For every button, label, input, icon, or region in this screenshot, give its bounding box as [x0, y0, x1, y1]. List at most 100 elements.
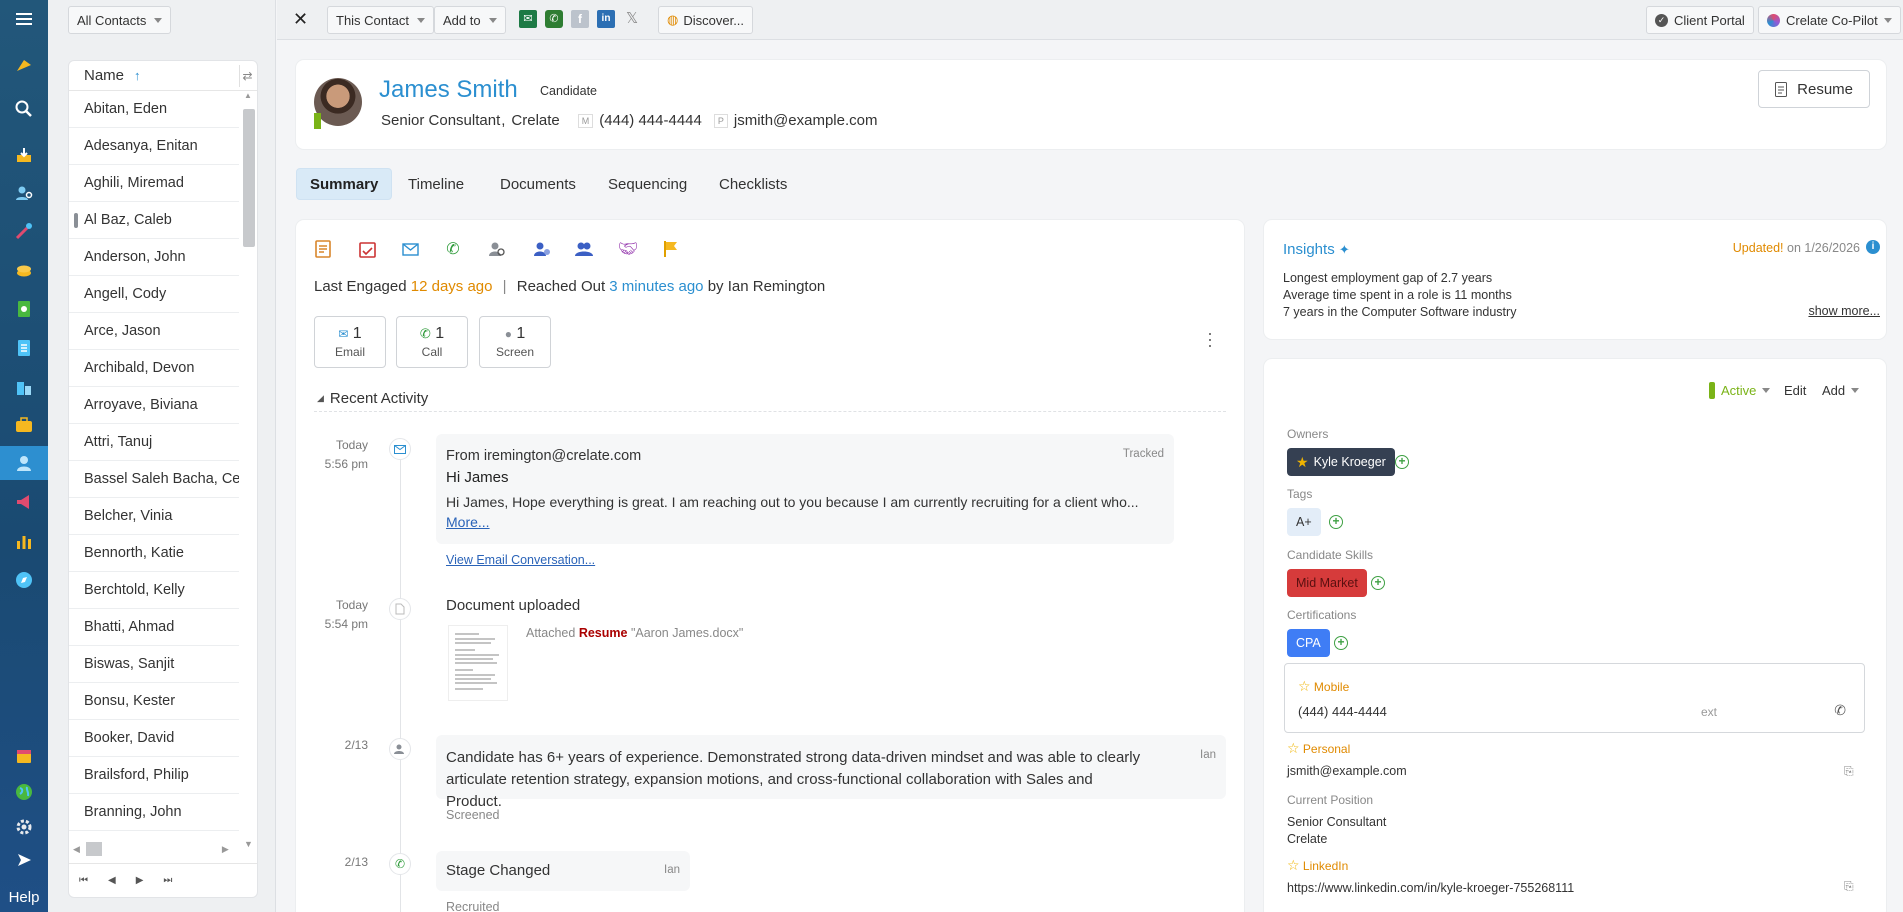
call-count-box[interactable]: ✆ 1 Call: [396, 316, 468, 368]
resume-thumbnail[interactable]: [448, 625, 508, 701]
scroll-left-icon[interactable]: ◀: [73, 844, 80, 855]
help-link[interactable]: Help: [0, 882, 48, 912]
scrollbar-thumb[interactable]: [243, 109, 255, 247]
list-item[interactable]: Arroyave, Biviana: [69, 387, 239, 424]
list-item[interactable]: Biswas, Sanjit: [69, 646, 239, 683]
scroll-right-icon[interactable]: ▶: [222, 844, 229, 855]
show-more-link[interactable]: show more...: [1808, 304, 1880, 318]
stage-changed-card[interactable]: Stage Changed Ian: [436, 851, 690, 891]
this-contact-dropdown[interactable]: This Contact: [327, 6, 434, 34]
email-count-box[interactable]: ✉ 1 Email: [314, 316, 386, 368]
list-item[interactable]: Arce, Jason: [69, 313, 239, 350]
last-page-icon[interactable]: ⏭: [163, 875, 172, 886]
more-options-icon[interactable]: · · ·: [1207, 324, 1213, 354]
recent-activity-header[interactable]: ◢ Recent Activity: [317, 390, 428, 407]
status-dropdown[interactable]: Active: [1709, 382, 1771, 399]
add-owner-icon[interactable]: +: [1395, 455, 1409, 469]
horizontal-scrollbar[interactable]: ◀ ▶: [69, 839, 257, 859]
sort-ascending-icon[interactable]: ↑: [134, 68, 141, 83]
search-icon[interactable]: [0, 92, 48, 126]
handshake-icon[interactable]: 🤝︎: [617, 238, 639, 260]
contact-email[interactable]: jsmith@example.com: [734, 112, 878, 129]
position-company[interactable]: Crelate: [1287, 831, 1386, 848]
list-item[interactable]: Al Baz, Caleb: [69, 202, 239, 239]
call-icon[interactable]: ✆: [442, 238, 464, 260]
open-link-icon[interactable]: ⎘: [1844, 879, 1854, 894]
skill-chip[interactable]: Mid Market: [1287, 569, 1367, 597]
list-item[interactable]: Belcher, Vinia: [69, 498, 239, 535]
linkedin-url[interactable]: https://www.linkedin.com/in/kyle-kroeger…: [1287, 881, 1574, 895]
list-item[interactable]: Berchtold, Kelly: [69, 572, 239, 609]
client-portal-button[interactable]: ✓ Client Portal: [1646, 6, 1754, 34]
vertical-scrollbar[interactable]: ▲ ▼: [241, 91, 255, 891]
send-email-icon[interactable]: ⎘: [1844, 764, 1854, 779]
email-icon[interactable]: [399, 238, 421, 260]
screen-count-box[interactable]: ● 1 Screen: [479, 316, 551, 368]
hscroll-thumb[interactable]: [85, 842, 102, 856]
interview-icon[interactable]: [531, 238, 553, 260]
document-check-icon[interactable]: [0, 292, 48, 326]
campaigns-icon[interactable]: [0, 485, 48, 519]
close-icon[interactable]: ✕: [293, 9, 308, 30]
copilot-dropdown[interactable]: Crelate Co-Pilot: [1758, 6, 1901, 34]
next-page-icon[interactable]: ▶: [136, 875, 144, 886]
list-item[interactable]: Bassel Saleh Bacha, Ce: [69, 461, 239, 498]
companies-icon[interactable]: [0, 370, 48, 404]
expand-rail-icon[interactable]: [0, 843, 48, 877]
first-page-icon[interactable]: ⏮: [79, 875, 88, 886]
add-to-dropdown[interactable]: Add to: [434, 6, 506, 34]
checklist-icon[interactable]: [0, 331, 48, 365]
x-twitter-icon[interactable]: 𝕏: [623, 10, 641, 28]
more-link[interactable]: More...: [446, 514, 490, 530]
scroll-up-icon[interactable]: ▲: [244, 91, 252, 100]
compass-icon[interactable]: [0, 563, 48, 597]
calendar-icon[interactable]: [0, 739, 48, 773]
add-certification-icon[interactable]: +: [1334, 636, 1348, 650]
certification-chip[interactable]: CPA: [1287, 629, 1330, 657]
phone-icon[interactable]: ✆: [545, 10, 563, 28]
note-icon[interactable]: [312, 238, 334, 260]
owner-chip[interactable]: ★ Kyle Kroeger: [1287, 448, 1395, 476]
document-filename[interactable]: "Aaron James.docx": [631, 626, 743, 640]
personal-email-value[interactable]: jsmith@example.com: [1287, 764, 1407, 778]
flag-icon[interactable]: [660, 238, 682, 260]
tab-timeline[interactable]: Timeline: [395, 168, 477, 200]
contacts-filter-dropdown[interactable]: All Contacts: [68, 6, 172, 34]
inbox-icon[interactable]: [0, 138, 48, 172]
list-item[interactable]: Abitan, Eden: [69, 91, 239, 128]
refresh-icon[interactable]: ⇄: [239, 65, 255, 87]
list-item[interactable]: Adesanya, Enitan: [69, 128, 239, 165]
list-item[interactable]: Angell, Cody: [69, 276, 239, 313]
list-item[interactable]: Branning, John: [69, 794, 239, 831]
list-item[interactable]: Bonsu, Kester: [69, 683, 239, 720]
globe-icon[interactable]: [0, 775, 48, 809]
calendar-task-icon[interactable]: [356, 238, 378, 260]
email-activity-card[interactable]: From iremington@crelate.com Tracked Hi J…: [436, 434, 1174, 544]
tab-checklists[interactable]: Checklists: [706, 168, 800, 200]
screen-activity-card[interactable]: Candidate has 6+ years of experience. De…: [436, 735, 1226, 810]
list-item[interactable]: Bhatti, Ahmad: [69, 609, 239, 646]
excel-icon[interactable]: ✉: [519, 10, 537, 28]
mobile-phone-field[interactable]: ☆ Mobile (444) 444-4444 ext ✆: [1284, 663, 1865, 733]
tab-documents[interactable]: Documents: [487, 168, 589, 200]
meeting-icon[interactable]: [573, 238, 595, 260]
list-item[interactable]: Archibald, Devon: [69, 350, 239, 387]
prev-page-icon[interactable]: ◀: [108, 875, 116, 886]
list-item[interactable]: Aghili, Miremad: [69, 165, 239, 202]
info-icon[interactable]: i: [1866, 240, 1880, 254]
view-email-conversation-link[interactable]: View Email Conversation...: [446, 553, 595, 567]
call-icon[interactable]: ✆: [1834, 702, 1846, 719]
avatar[interactable]: [314, 78, 362, 126]
list-item[interactable]: Booker, David: [69, 720, 239, 757]
add-tag-icon[interactable]: +: [1329, 515, 1343, 529]
contact-company[interactable]: Crelate: [511, 112, 559, 129]
briefcase-icon[interactable]: [0, 408, 48, 442]
list-item[interactable]: Bennorth, Katie: [69, 535, 239, 572]
hamburger-menu-icon[interactable]: [0, 2, 48, 36]
tools-icon[interactable]: [0, 214, 48, 248]
settings-icon[interactable]: [0, 810, 48, 844]
add-dropdown[interactable]: Add: [1822, 383, 1860, 398]
tag-chip[interactable]: A+: [1287, 508, 1321, 536]
tab-sequencing[interactable]: Sequencing: [595, 168, 700, 200]
facebook-icon[interactable]: f: [571, 10, 589, 28]
